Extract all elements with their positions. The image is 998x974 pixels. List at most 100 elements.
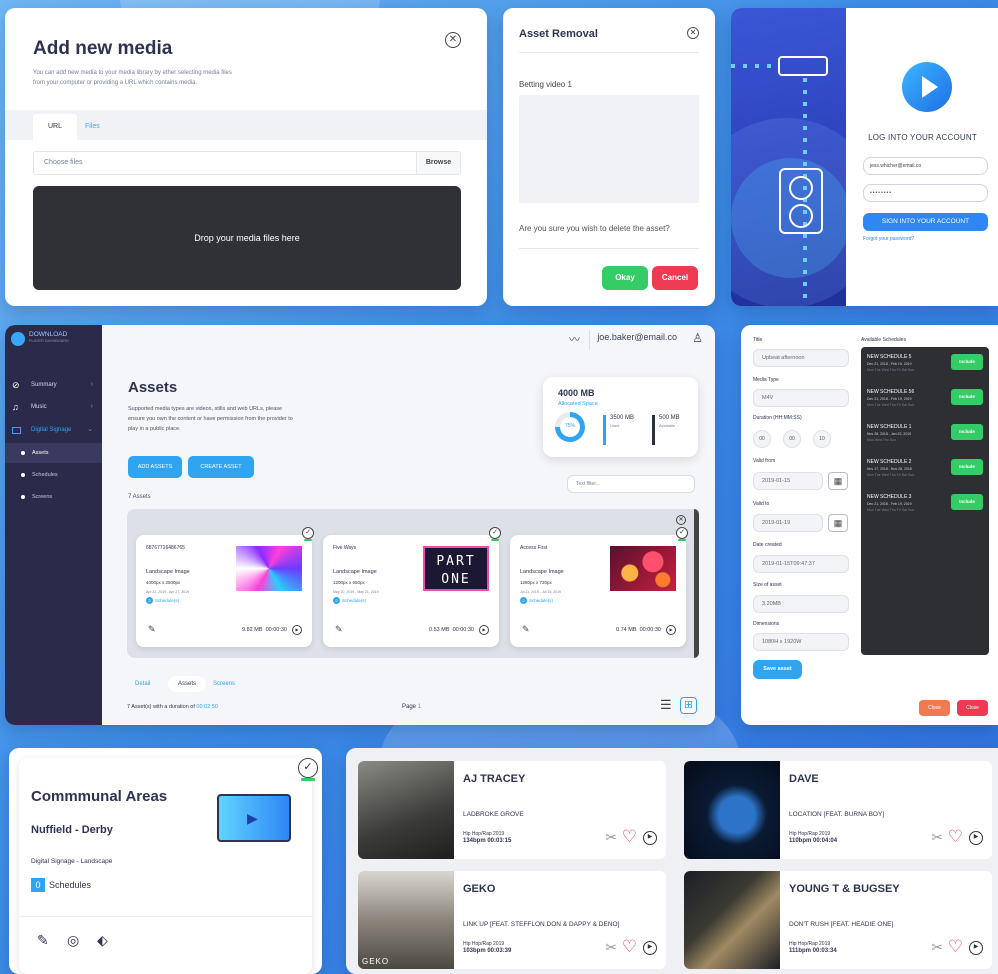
sidebar-item-summary[interactable]: ⊘ Summary › [5,375,102,395]
asset-card[interactable]: ✓ Access First Landscape Image 1280px x … [510,527,688,647]
user-icon[interactable]: ♙ [692,331,703,345]
track-card[interactable]: AJ TRACEY LADBROKE GROVE Hip Hop/Rap 201… [358,761,666,859]
check-icon[interactable]: ✓ [298,758,318,781]
dashboard-gauge-icon[interactable]: ◎ [67,932,79,949]
valid-to-field[interactable]: 2019-01-19 [753,514,823,532]
create-asset-button[interactable]: CREATE ASSET [188,456,254,478]
asset-size: 9.82 MB [242,627,263,633]
scrollbar[interactable] [694,509,699,658]
sidebar-item-music[interactable]: ♫ Music › [5,397,102,417]
duration-seconds-field[interactable]: 10 [813,430,831,448]
asset-resolution: 4000px x 2500px [146,580,181,585]
duration-hours-field[interactable]: 00 [753,430,771,448]
asset-schedules[interactable]: Schedule(s) [520,597,553,604]
tab-assets[interactable]: Assets [168,676,207,692]
schedule-dates: Nov 17, 2018 - Nov 28, 2018 [867,467,912,471]
asset-schedules[interactable]: Schedule(s) [333,597,366,604]
close-icon[interactable]: ✕ [687,27,699,39]
sidebar-subitem-schedules[interactable]: Schedules [5,465,102,485]
asset-size: 0.74 MB [616,627,637,633]
asset-schedules[interactable]: Schedule(s) [146,597,179,604]
include-button[interactable]: Include [951,354,983,370]
sign-in-button[interactable]: SIGN INTO YOUR ACCOUNT [863,213,988,231]
include-button[interactable]: Include [951,459,983,475]
heart-icon[interactable]: ♡ [622,827,637,847]
tab-detail[interactable]: Detail [135,676,150,692]
check-icon[interactable]: ✓ [489,527,501,541]
asset-size: 0.53 MB [429,627,450,633]
list-view-icon[interactable]: ☰ [660,698,674,712]
edit-pencil-icon[interactable]: ✎ [37,932,49,949]
close-button[interactable]: Close [957,700,988,716]
email-field[interactable]: jess.whicher@email.co [863,157,988,175]
asset-card[interactable]: ✓ 68767716486765 Landscape Image 4000px … [136,527,314,647]
grid-view-icon[interactable]: ⊞ [680,697,697,714]
heart-icon[interactable]: ♡ [948,937,963,957]
check-icon[interactable]: ✓ [302,527,314,541]
page-number[interactable]: 1 [418,704,421,710]
play-icon[interactable]: ▶ [643,941,657,955]
play-icon[interactable]: ▶ [969,941,983,955]
edit-pencil-icon[interactable]: ✎ [335,624,343,635]
play-icon[interactable]: ▶ [643,831,657,845]
user-email[interactable]: joe.baker@email.co [597,332,677,342]
play-icon[interactable]: ▶ [292,625,302,635]
brand-title: DOWNLOAD [29,331,68,338]
sidebar-subitem-screens[interactable]: Screens [5,487,102,507]
save-asset-button[interactable]: Save asset [753,660,802,679]
heart-icon[interactable]: ♡ [622,937,637,957]
play-icon[interactable]: ▶ [969,831,983,845]
scissors-icon[interactable]: ✂ [931,829,943,846]
tab-files[interactable]: Files [85,114,100,140]
tab-url[interactable]: URL [33,114,77,140]
schedule-name: NEW SCHEDULE 3 [867,494,912,500]
check-icon[interactable]: ✓ [676,527,688,541]
okay-button[interactable]: Okay [602,266,648,290]
play-icon[interactable]: ▶ [479,625,489,635]
include-button[interactable]: Include [951,494,983,510]
track-card[interactable]: GEKO GEKO LINK UP [FEAT. STEFFLON DON & … [358,871,666,969]
activity-icon[interactable]: 〰 [569,331,580,347]
scissors-icon[interactable]: ✂ [605,939,617,956]
tab-screens[interactable]: Screens [213,676,235,692]
heart-icon[interactable]: ♡ [948,827,963,847]
title-field[interactable]: Upbeat afternoon [753,349,849,367]
calendar-icon[interactable]: ▦ [828,514,848,532]
forgot-password-link[interactable]: Forgot your password? [863,236,914,242]
calendar-icon[interactable]: ▦ [828,472,848,490]
asset-card[interactable]: ✓ Five Ways PART ONE Landscape Image 1200… [323,527,501,647]
drop-zone[interactable]: Drop your media files here [33,186,461,290]
sidebar-subitem-assets[interactable]: Assets [5,443,102,463]
duration-minutes-field[interactable]: 00 [783,430,801,448]
track-genre: Hip Hop/Rap 2019 [463,941,505,947]
asset-title: 68767716486765 [146,545,185,551]
close-icon[interactable]: ✕ [445,32,461,48]
text-filter-input[interactable]: Text filter... [567,475,695,493]
modal-title: Add new media [33,38,173,59]
valid-from-field[interactable]: 2019-01-15 [753,472,823,490]
scissors-icon[interactable]: ✂ [931,939,943,956]
storage-donut-chart: 75% [555,412,585,442]
media-type-field[interactable]: M4V [753,389,849,407]
edit-pencil-icon[interactable]: ✎ [522,624,530,635]
close-icon[interactable]: ✕ [676,515,686,525]
include-button[interactable]: Include [951,389,983,405]
sidebar-item-digital-signage[interactable]: Digital Signage ⌄ [5,420,102,440]
browse-button[interactable]: Browse [416,152,460,174]
edit-pencil-icon[interactable]: ✎ [148,624,156,635]
close-button[interactable]: Close [919,700,950,716]
screen-card[interactable]: Commmunal Areas Nuffield - Derby Digital… [9,748,322,974]
asset-duration: 00:00:30 [639,627,661,633]
password-field[interactable]: •••••••• [863,184,988,202]
include-button[interactable]: Include [951,424,983,440]
file-chooser-input[interactable]: Choose files Browse [33,151,461,175]
tag-icon[interactable]: ⬖ [97,932,108,949]
track-card[interactable]: DAVE LOCATION [FEAT. BURNA BOY] Hip Hop/… [684,761,992,859]
cancel-button[interactable]: Cancel [652,266,698,290]
scissors-icon[interactable]: ✂ [605,829,617,846]
track-list: AJ TRACEY LADBROKE GROVE Hip Hop/Rap 201… [346,748,998,974]
track-card[interactable]: YOUNG T & BUGSEY DON'T RUSH [FEAT. HEADI… [684,871,992,969]
schedule-item: NEW SCHEDULE 3 Dec 21, 2018 - Feb 19, 20… [867,494,983,520]
play-icon[interactable]: ▶ [666,625,676,635]
add-assets-button[interactable]: ADD ASSETS [128,456,182,478]
